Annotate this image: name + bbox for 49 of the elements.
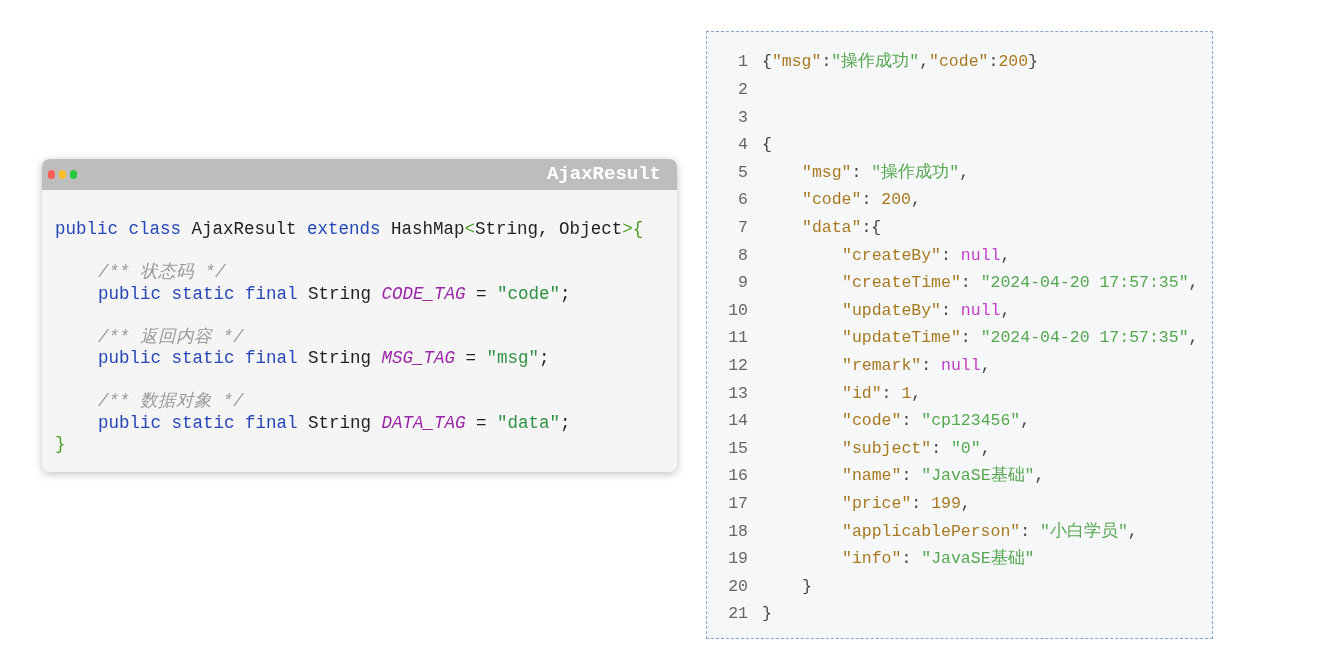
code-line: public static final String CODE_TAG = "code"; [98, 283, 571, 305]
code-line: "info": "JavaSE基础" [842, 548, 1035, 571]
code-line: "data":{ [802, 217, 882, 239]
code-line: "subject": "0", [842, 437, 991, 460]
code-line: } [55, 434, 66, 456]
code-line: "code": 200, [802, 189, 921, 212]
code-line: "code": "cp123456", [842, 410, 1031, 433]
code-line: } [762, 603, 772, 626]
line-number: 19 [727, 548, 748, 571]
code-line: /** 数据对象 */ [98, 391, 244, 413]
line-number: 8 [737, 244, 748, 267]
line-number: 2 [737, 79, 748, 101]
code-line: public static final String MSG_TAG = "msg"; [98, 348, 550, 370]
line-number: 3 [737, 106, 748, 129]
code-line: "id": 1, [842, 382, 922, 405]
code-line: "applicablePerson": "小白学员", [842, 520, 1138, 543]
line-number: 9 [737, 272, 748, 295]
line-number: 18 [727, 520, 748, 543]
window-title: AjaxResult [546, 162, 662, 188]
line-number: 6 [737, 189, 748, 212]
line-number: 15 [727, 437, 748, 460]
code-line: { [762, 134, 772, 157]
line-number: 21 [727, 603, 748, 626]
line-number: 5 [737, 161, 748, 184]
code-line: "updateTime": "2024-04-20 17:57:35", [842, 327, 1199, 350]
code-line: "createTime": "2024-04-20 17:57:35", [842, 272, 1199, 295]
line-number: 1 [737, 51, 748, 74]
code-line: "updateBy": null, [842, 299, 1011, 322]
line-number: 13 [727, 382, 748, 405]
code-line: /** 状态码 */ [98, 262, 226, 284]
line-number: 20 [727, 575, 748, 598]
code-line: {"msg":"操作成功","code":200} [762, 51, 1038, 74]
line-number: 7 [737, 217, 748, 239]
line-number: 16 [727, 465, 748, 488]
line-number: 4 [737, 134, 748, 157]
code-line: public static final String DATA_TAG = "data"; [98, 412, 571, 434]
code-line: "createBy": null, [842, 244, 1011, 267]
code-line: } [802, 575, 812, 598]
line-number: 11 [727, 327, 748, 350]
line-number: 14 [727, 410, 748, 433]
line-number: 10 [727, 299, 748, 322]
code-line: public class AjaxResult extends HashMap<String, Object>{ [55, 219, 644, 241]
code-line: "price": 199, [842, 492, 971, 515]
code-line: "msg": "操作成功", [802, 161, 970, 184]
line-number: 17 [727, 492, 748, 515]
line-number: 12 [727, 354, 748, 377]
code-line: "remark": null, [842, 354, 991, 377]
code-line: "name": "JavaSE基础", [842, 465, 1045, 488]
code-line: /** 返回内容 */ [98, 326, 244, 348]
